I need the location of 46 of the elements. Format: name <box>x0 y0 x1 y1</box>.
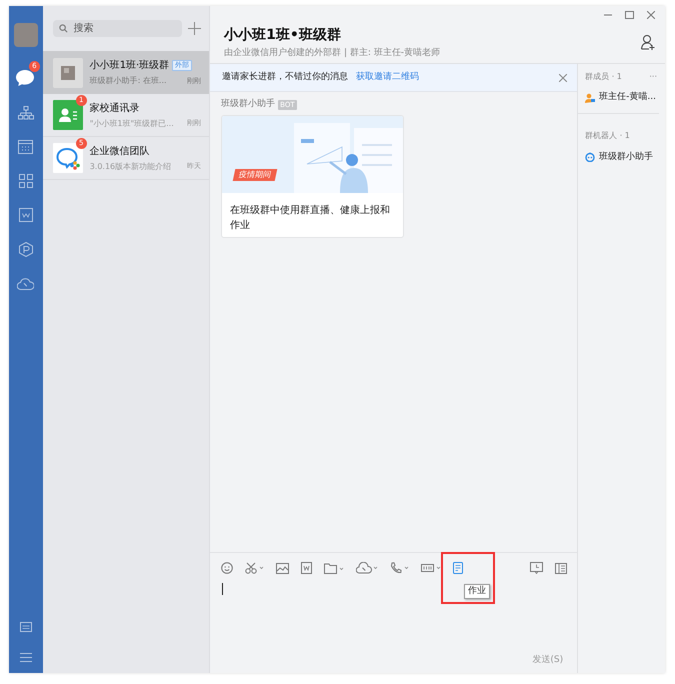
hexagon-icon[interactable] <box>18 242 33 256</box>
message-preview: "小小班1班"班级群已... <box>90 118 174 130</box>
sender-name: 班级群小助手 <box>221 98 276 111</box>
image-icon[interactable] <box>276 562 290 574</box>
scissors-icon[interactable] <box>245 562 264 574</box>
homework-icon[interactable] <box>453 562 464 574</box>
group-avatar-icon <box>52 58 83 88</box>
close-icon[interactable] <box>559 74 568 82</box>
live-icon[interactable] <box>421 563 442 573</box>
robot-name[interactable]: 班级群小助手 <box>599 150 654 164</box>
add-member-icon[interactable] <box>641 34 655 50</box>
chat-title: 小小班1班•班级群 <box>224 27 342 44</box>
member-name[interactable]: 班主任-黄喵... <box>599 91 656 104</box>
member-icon <box>585 92 596 103</box>
emoji-icon[interactable] <box>221 562 234 574</box>
chat-bubble-icon[interactable] <box>14 69 35 87</box>
conversation-name: 企业微信团队 <box>90 144 150 158</box>
highlight-frame <box>441 552 496 604</box>
message-card[interactable]: 疫情期间 在班级群中使用群直播、健康上报和作业 <box>221 114 404 238</box>
chat-subtitle: 由企业微信用户创建的外部群 | 群主: 班主任-黄喵老师 <box>224 47 442 60</box>
message-preview: 3.0.16版本新功能介绍 <box>90 160 172 172</box>
invite-link[interactable]: 获取邀请二维码 <box>356 70 420 84</box>
robot-icon <box>585 152 596 162</box>
tooltip: 作业 <box>464 584 490 599</box>
search-field[interactable]: 搜索 <box>52 20 182 37</box>
conversation-name: 家校通讯录 <box>90 102 140 116</box>
message-preview: 班级群小助手: 在班... <box>90 75 167 87</box>
contact-card-icon <box>52 100 83 130</box>
history-icon[interactable] <box>530 562 544 574</box>
phone-icon[interactable] <box>390 562 410 574</box>
section-heading: 群机器人 · 1 <box>585 130 630 140</box>
add-icon[interactable] <box>188 22 202 35</box>
grid-icon[interactable] <box>18 174 33 188</box>
conversation-name: 小小班1班·班级群 <box>90 58 170 73</box>
section-heading: 群成员 · 1 <box>585 71 622 83</box>
org-chart-icon[interactable] <box>18 106 34 120</box>
calendar-icon[interactable] <box>18 140 34 154</box>
sidebar-icon[interactable] <box>555 562 568 574</box>
folder-icon[interactable] <box>324 562 344 574</box>
maximize-icon[interactable] <box>625 11 634 19</box>
banner-text: 邀请家长进群，不错过你的消息 <box>222 70 348 84</box>
document-icon[interactable] <box>301 562 312 574</box>
card-text: 在班级群中使用群直播、健康上报和作业 <box>229 204 392 232</box>
menu-icon[interactable] <box>20 652 32 662</box>
close-icon[interactable] <box>647 11 655 19</box>
search-icon <box>58 24 68 33</box>
